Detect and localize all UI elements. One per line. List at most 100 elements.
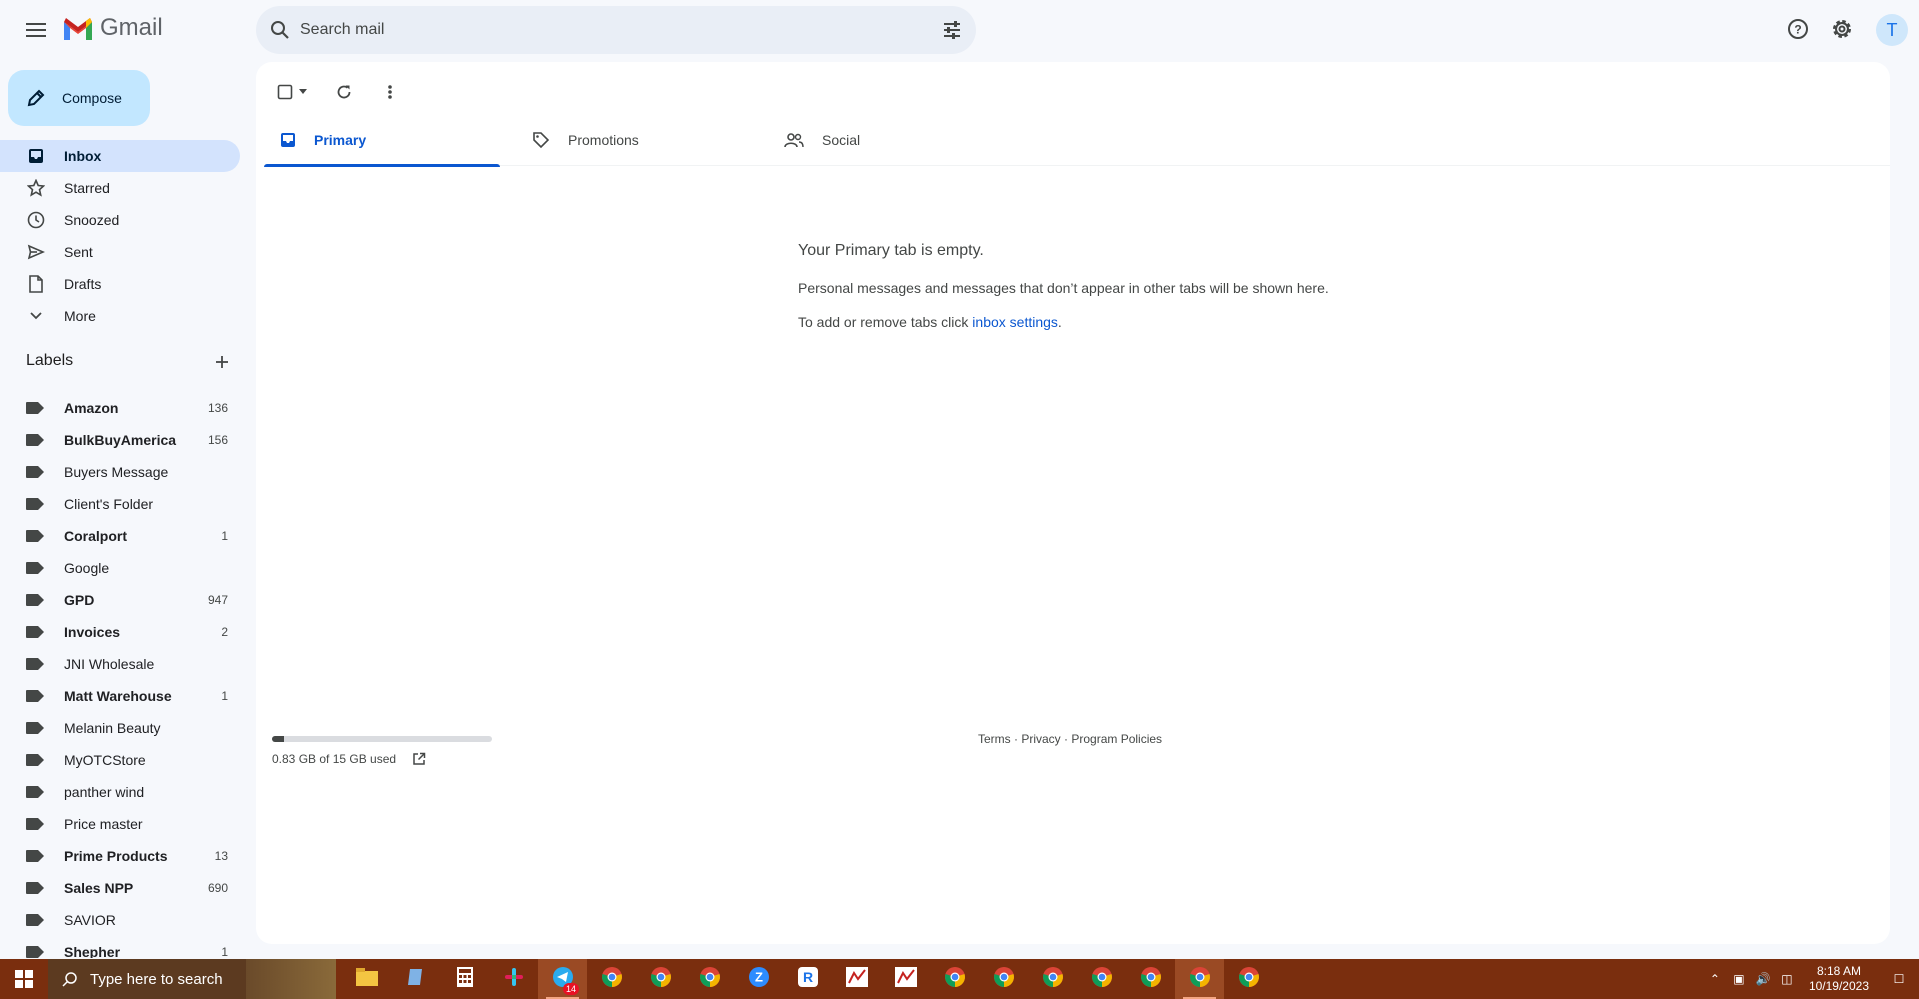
taskbar-app[interactable] (489, 959, 538, 999)
label-item[interactable]: BulkBuyAmerica 156 (0, 424, 240, 456)
refresh-button[interactable] (328, 76, 360, 108)
send-icon (26, 242, 46, 262)
storage-usage-text: 0.83 GB of 15 GB used (272, 752, 397, 766)
settings-gear-icon[interactable] (1827, 14, 1857, 44)
taskbar-app[interactable]: Z (734, 959, 783, 999)
search-options-icon[interactable] (942, 20, 962, 40)
taskbar-search[interactable]: Type here to search (48, 959, 336, 999)
program-policies-link[interactable]: Program Policies (1071, 732, 1162, 746)
taskbar-app[interactable] (1224, 959, 1273, 999)
tab-social[interactable]: Social (768, 114, 1004, 166)
label-tag-icon (26, 818, 44, 830)
gmail-logo[interactable]: Gmail (62, 14, 163, 42)
chrome-icon (1091, 966, 1113, 993)
search-input[interactable]: Search mail (300, 6, 384, 54)
label-item[interactable]: Shepher 1 (0, 936, 240, 958)
compose-button[interactable]: Compose (8, 70, 150, 126)
taskbar-app[interactable] (636, 959, 685, 999)
taskbar-app[interactable] (587, 959, 636, 999)
nav-item-snoozed[interactable]: Snoozed (0, 204, 240, 236)
taskbar-clock[interactable]: 8:18 AM 10/19/2023 (1809, 964, 1869, 994)
nav-item-starred[interactable]: Starred (0, 172, 240, 204)
chrome-icon (650, 966, 672, 993)
label-item[interactable]: GPD 947 (0, 584, 240, 616)
label-item[interactable]: Price master (0, 808, 240, 840)
label-item[interactable]: MyOTCStore (0, 744, 240, 776)
label-item[interactable]: Client's Folder (0, 488, 240, 520)
label-item[interactable]: Google (0, 552, 240, 584)
label-name: Client's Folder (64, 496, 154, 512)
nav-item-label: More (64, 308, 96, 324)
taskbar-app[interactable]: R (783, 959, 832, 999)
taskbar-app[interactable]: 14 (538, 959, 587, 999)
sidebar: Compose Inbox Starred Snoozed Sent Draft… (0, 62, 250, 958)
taskbar-app[interactable] (881, 959, 930, 999)
inbox-icon (281, 133, 295, 147)
label-count: 1 (221, 689, 228, 703)
menu-bar (26, 29, 46, 31)
privacy-link[interactable]: Privacy (1021, 732, 1060, 746)
label-item[interactable]: Coralport 1 (0, 520, 240, 552)
taskbar-app[interactable] (1028, 959, 1077, 999)
network-icon[interactable]: ◫ (1775, 972, 1799, 986)
tab-promotions[interactable]: Promotions (516, 114, 752, 166)
label-item[interactable]: Matt Warehouse 1 (0, 680, 240, 712)
taskbar-app[interactable] (685, 959, 734, 999)
svg-text:R: R (802, 969, 812, 985)
label-name: Invoices (64, 624, 121, 640)
more-options-button[interactable] (374, 76, 406, 108)
taskbar-app[interactable] (832, 959, 881, 999)
label-item[interactable]: Sales NPP 690 (0, 872, 240, 904)
settings-hint-suffix: . (1057, 314, 1062, 330)
search-icon[interactable] (270, 20, 290, 40)
label-item[interactable]: Buyers Message (0, 456, 240, 488)
label-item[interactable]: Amazon 136 (0, 392, 240, 424)
main-menu-button[interactable] (20, 14, 52, 46)
taskbar-app[interactable] (391, 959, 440, 999)
taskbar-app[interactable] (979, 959, 1028, 999)
meet-now-icon[interactable]: ▣ (1727, 972, 1751, 986)
label-tag-icon (26, 946, 44, 958)
tab-primary[interactable]: Primary (264, 114, 500, 167)
nav-item-inbox[interactable]: Inbox (0, 140, 240, 172)
r-app-icon: R (797, 966, 819, 993)
add-label-icon[interactable] (212, 352, 232, 372)
nav-item-more[interactable]: More (0, 300, 240, 332)
help-icon[interactable]: ? (1783, 14, 1813, 44)
chevron-up-icon[interactable]: ⌃ (1703, 972, 1727, 986)
volume-icon[interactable]: 🔊 (1751, 972, 1775, 986)
inbox-settings-link[interactable]: inbox settings (972, 314, 1058, 330)
taskbar-app[interactable] (1126, 959, 1175, 999)
windows-start-button[interactable] (0, 959, 48, 999)
label-count: 13 (214, 849, 228, 863)
taskbar-app[interactable] (1175, 959, 1224, 999)
star-icon (26, 178, 46, 198)
refresh-icon (337, 85, 351, 99)
label-item[interactable]: SAVIOR (0, 904, 240, 936)
label-count: 2 (221, 625, 228, 639)
search-bar[interactable]: Search mail (256, 6, 976, 54)
label-item[interactable]: JNI Wholesale (0, 648, 240, 680)
taskbar-app[interactable] (440, 959, 489, 999)
taskbar-app[interactable] (930, 959, 979, 999)
chart-app-icon (845, 966, 868, 992)
nav-item-label: Drafts (64, 276, 102, 292)
label-item[interactable]: Invoices 2 (0, 616, 240, 648)
checkbox-icon (277, 84, 293, 100)
taskbar-app[interactable] (1077, 959, 1126, 999)
label-tag-icon (26, 626, 44, 638)
select-all-checkbox[interactable] (270, 76, 314, 108)
nav-item-drafts[interactable]: Drafts (0, 268, 240, 300)
label-name: Matt Warehouse (64, 688, 172, 704)
taskbar-app[interactable] (342, 959, 391, 999)
nav-item-sent[interactable]: Sent (0, 236, 240, 268)
settings-hint-prefix: To add or remove tabs click (798, 314, 973, 330)
open-external-icon[interactable] (412, 752, 426, 766)
label-item[interactable]: Melanin Beauty (0, 712, 240, 744)
notifications-icon[interactable]: ☐ (1879, 972, 1919, 986)
nav-item-label: Starred (64, 180, 110, 196)
terms-link[interactable]: Terms (978, 732, 1011, 746)
label-item[interactable]: panther wind (0, 776, 240, 808)
account-avatar[interactable]: T (1876, 14, 1908, 46)
label-item[interactable]: Prime Products 13 (0, 840, 240, 872)
